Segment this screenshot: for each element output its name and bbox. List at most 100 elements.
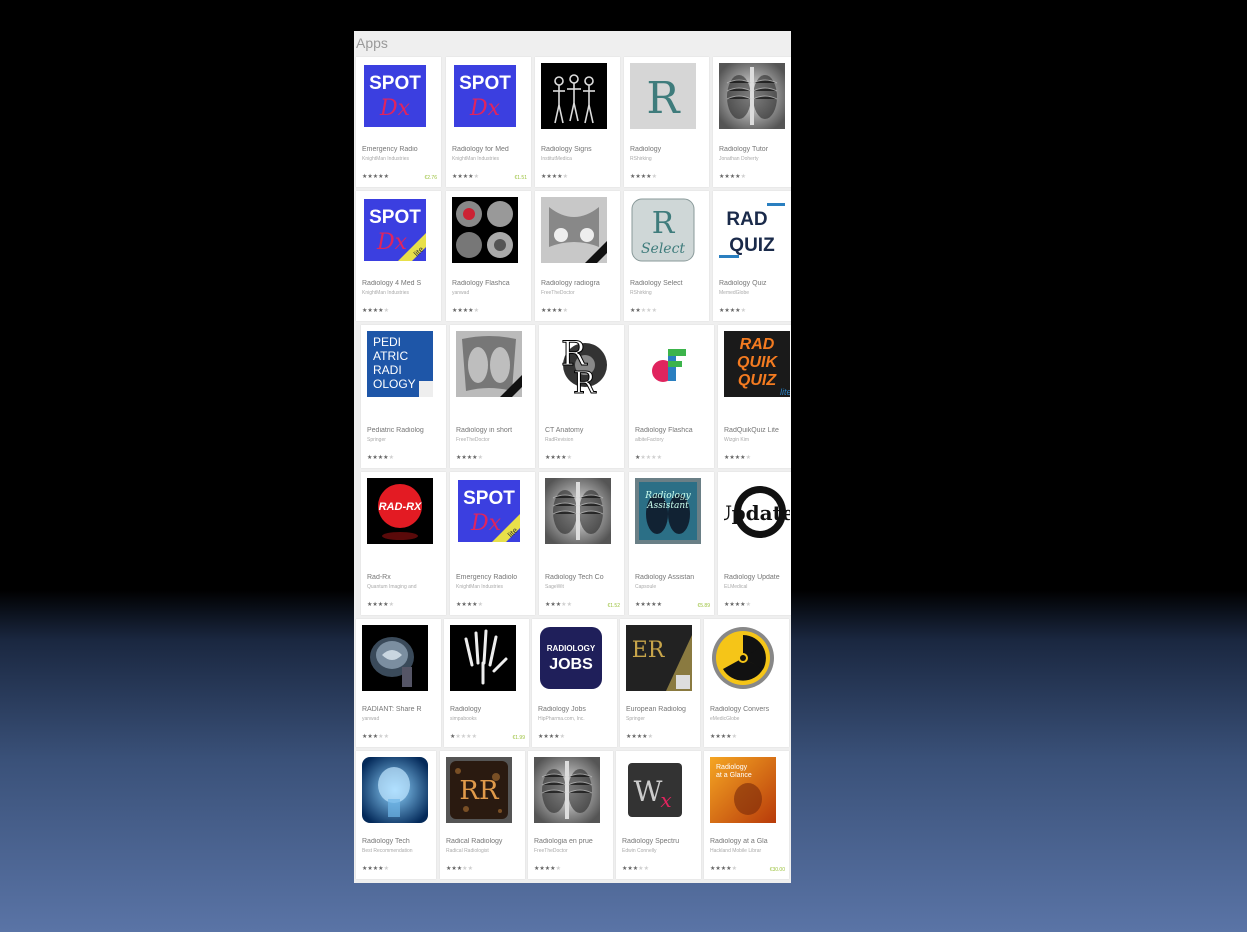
app-developer[interactable]: KnightMan Industries xyxy=(456,584,531,590)
app-developer[interactable]: InstitutMedica xyxy=(541,156,616,162)
radiology-jobs-icon[interactable]: RADIOLOGY JOBS xyxy=(538,625,604,691)
ct-scan-icon[interactable] xyxy=(452,197,518,263)
app-developer[interactable]: Capsoule xyxy=(635,584,710,590)
rad-quik-quiz-icon[interactable]: RADQUIKQUIZlite xyxy=(724,331,790,397)
flashcard-logo-icon[interactable] xyxy=(635,331,701,397)
app-developer[interactable]: Edwin Connelly xyxy=(622,848,697,854)
rad-rx-icon[interactable]: RAD-RX xyxy=(367,478,433,544)
xray-usa-icon[interactable] xyxy=(456,331,522,397)
app-title[interactable]: Radiology Select xyxy=(630,280,705,287)
spot-dx-icon[interactable]: SPOT Dx xyxy=(362,63,428,129)
app-title[interactable]: Radiologia en prue xyxy=(534,838,609,845)
app-title[interactable]: Radiology Convers xyxy=(710,706,785,713)
app-card[interactable]: RADIANT: Share R yanwad ★★★★★ xyxy=(356,619,441,747)
updates-icon[interactable]: Updates xyxy=(724,478,790,544)
app-card[interactable]: Radiology Tutor Jonathan Doherty ★★★★★ xyxy=(713,57,791,187)
european-radiology-icon[interactable]: ER xyxy=(626,625,692,691)
app-developer[interactable]: RadRevision xyxy=(545,437,620,443)
rad-quiz-icon[interactable]: RAD QUIZ xyxy=(719,197,785,263)
spot-dx-lite-icon[interactable]: SPOT Dx lite xyxy=(456,478,522,544)
brain-mri-icon[interactable] xyxy=(362,625,428,691)
app-developer[interactable]: Jonathan Doherty xyxy=(719,156,791,162)
app-title[interactable]: Radiology at a Gla xyxy=(710,838,785,845)
app-title[interactable]: Radiology Update xyxy=(724,574,791,581)
skeleton-icon[interactable] xyxy=(541,63,607,129)
app-developer[interactable]: HipPharma.com, Inc. xyxy=(538,716,613,722)
app-card[interactable]: R Radiology RShirking ★★★★★ xyxy=(624,57,709,187)
spot-dx-icon[interactable]: SPOT Dx xyxy=(452,63,518,129)
app-title[interactable]: Radiology 4 Med S xyxy=(362,280,437,287)
app-card[interactable]: SPOT Dx lite Radiology 4 Med S KnightMan Ind… xyxy=(356,191,441,321)
app-card[interactable]: Radiology radiogra FreeTheDoctor ★★★★★ xyxy=(535,191,620,321)
radical-radiology-icon[interactable]: RR xyxy=(446,757,512,823)
app-price[interactable]: €1.99 xyxy=(512,735,525,741)
app-card[interactable]: Radiology Tech Co SageWit ★★★★★ €1.52 xyxy=(539,472,624,615)
radiation-hazard-icon[interactable] xyxy=(710,625,776,691)
app-card[interactable]: Radiology Tech Best Recommendation ★★★★★ xyxy=(356,751,436,879)
app-card[interactable]: Radiology Flashca albiteFactory ★★★★★ xyxy=(629,325,714,468)
app-price[interactable]: €2.76 xyxy=(424,175,437,181)
app-title[interactable]: CT Anatomy xyxy=(545,427,620,434)
app-developer[interactable]: MemedGlobe xyxy=(719,290,791,296)
at-a-glance-icon[interactable]: Radiology at a Glance xyxy=(710,757,776,823)
app-developer[interactable]: yanwad xyxy=(452,290,527,296)
app-developer[interactable]: Hackland Mobile Librar xyxy=(710,848,785,854)
app-developer[interactable]: Springer xyxy=(626,716,696,722)
app-title[interactable]: Emergency Radio xyxy=(362,146,437,153)
app-developer[interactable]: KnightMan Industries xyxy=(452,156,527,162)
app-card[interactable]: Radiology Convers eMedicGlobe ★★★★★ xyxy=(704,619,789,747)
app-title[interactable]: Radiology Flashca xyxy=(635,427,710,434)
head-scan-icon[interactable] xyxy=(362,757,428,823)
app-developer[interactable]: Springer xyxy=(367,437,442,443)
app-developer[interactable]: Wizgin Kim xyxy=(724,437,791,443)
app-developer[interactable]: KnightMan Industries xyxy=(362,156,437,162)
app-card[interactable]: SPOT Dx Radiology for Med KnightMan Industr… xyxy=(446,57,531,187)
app-title[interactable]: Radical Radiology xyxy=(446,838,521,845)
pediatric-radiology-icon[interactable]: PEDI ATRIC RADI OLOGY xyxy=(367,331,433,397)
app-title[interactable]: Radiology Flashca xyxy=(452,280,527,287)
app-title[interactable]: Radiology Spectru xyxy=(622,838,697,845)
app-developer[interactable]: albiteFactory xyxy=(635,437,710,443)
app-card[interactable]: Radiologia en prue FreeTheDoctor ★★★★★ xyxy=(528,751,613,879)
app-card[interactable]: ER European Radiolog Springer ★★★★★ xyxy=(620,619,700,747)
app-title[interactable]: RadQuikQuiz Lite xyxy=(724,427,791,434)
app-price[interactable]: €30.00 xyxy=(770,867,785,873)
app-developer[interactable]: FreeTheDoctor xyxy=(456,437,531,443)
spot-dx-lite-icon[interactable]: SPOT Dx lite xyxy=(362,197,428,263)
radiology-assistant-icon[interactable]: Radiology Assistant xyxy=(635,478,701,544)
app-card[interactable]: Wx Radiology Spectru Edwin Connelly ★★★★★ xyxy=(616,751,701,879)
app-title[interactable]: Pediatric Radiolog xyxy=(367,427,442,434)
app-developer[interactable]: RShirking xyxy=(630,290,705,296)
app-title[interactable]: Radiology Tech xyxy=(362,838,432,845)
app-title[interactable]: European Radiolog xyxy=(626,706,696,713)
app-price[interactable]: €1.52 xyxy=(607,603,620,609)
app-card[interactable]: R R CT Anatomy RadRevision ★★★★★ xyxy=(539,325,624,468)
app-title[interactable]: Radiology Quiz xyxy=(719,280,791,287)
app-title[interactable]: Radiology xyxy=(630,146,705,153)
app-card[interactable]: SPOT Dx lite Emergency Radiolo KnightMan Ind… xyxy=(450,472,535,615)
app-card[interactable]: Radiology Assistant Radiology Assistan Caps… xyxy=(629,472,714,615)
app-card[interactable]: RADQUIKQUIZlite RadQuikQuiz Lite Wizgin Ki… xyxy=(718,325,791,468)
app-developer[interactable]: RShirking xyxy=(630,156,705,162)
r-select-icon[interactable]: R Select xyxy=(630,197,696,263)
app-developer[interactable]: KnightMan Industries xyxy=(362,290,437,296)
letter-r-icon[interactable]: R xyxy=(630,63,696,129)
app-price[interactable]: €5.89 xyxy=(697,603,710,609)
spectrum-wx-icon[interactable]: Wx xyxy=(622,757,688,823)
chest-xray-icon[interactable] xyxy=(719,63,785,129)
app-title[interactable]: RADIANT: Share R xyxy=(362,706,437,713)
app-card[interactable]: Updates Radiology Update ELMedical ★★★★★ xyxy=(718,472,791,615)
chest-xray-icon[interactable] xyxy=(545,478,611,544)
app-card[interactable]: Radiology Flashca yanwad ★★★★★ xyxy=(446,191,531,321)
chest-xray-icon[interactable] xyxy=(534,757,600,823)
app-title[interactable]: Radiology for Med xyxy=(452,146,527,153)
app-card[interactable]: Radiology simpabooks ★★★★★ €1.99 xyxy=(444,619,529,747)
app-developer[interactable]: ELMedical xyxy=(724,584,791,590)
pelvis-xray-icon[interactable] xyxy=(541,197,607,263)
app-title[interactable]: Radiology Signs xyxy=(541,146,616,153)
app-developer[interactable]: eMedicGlobe xyxy=(710,716,785,722)
app-title[interactable]: Radiology in short xyxy=(456,427,531,434)
app-developer[interactable]: Quantum Imaging and xyxy=(367,584,442,590)
app-card[interactable]: Radiology Signs InstitutMedica ★★★★★ xyxy=(535,57,620,187)
app-developer[interactable]: FreeTheDoctor xyxy=(534,848,609,854)
